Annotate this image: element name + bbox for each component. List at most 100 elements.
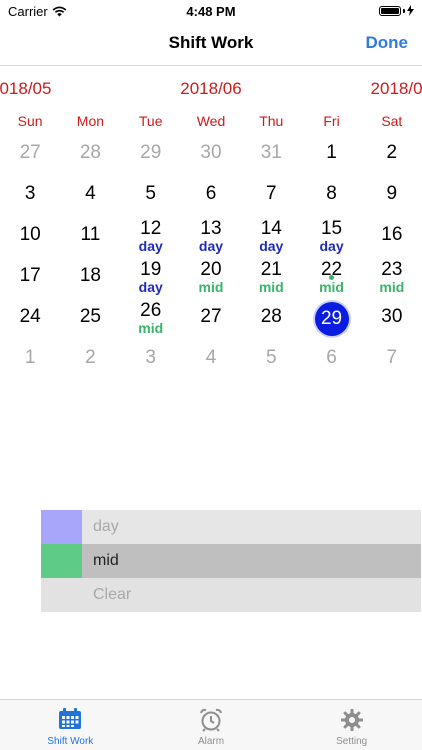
current-month-label: 2018/06: [180, 79, 242, 98]
calendar-week-row: 27 28 29 30 31 1 2: [0, 138, 422, 179]
day-number: 3: [145, 347, 156, 368]
calendar-day-cell[interactable]: 29: [301, 302, 361, 343]
day-number: 3: [24, 183, 36, 204]
calendar-grid: 27 28 29 30 31 1 2 3 4 5 6 7 8 9 10 11 12 day 13 day 14 day 15…: [0, 138, 422, 384]
calendar-day-cell[interactable]: 12 day: [121, 218, 181, 261]
calendar-day-cell[interactable]: 17: [0, 261, 60, 302]
calendar-day-cell[interactable]: 9: [362, 179, 422, 220]
day-number: 10: [19, 224, 41, 245]
calendar-day-cell[interactable]: 24: [0, 302, 60, 343]
calendar-day-cell[interactable]: 10: [0, 220, 60, 261]
day-number: 4: [85, 183, 96, 204]
calendar-day-cell[interactable]: 20 mid: [181, 259, 241, 302]
calendar-day-cell[interactable]: 2: [60, 343, 120, 384]
shift-option-day[interactable]: day: [41, 510, 421, 544]
calendar-day-cell[interactable]: 15 day: [301, 218, 361, 261]
day-number: 24: [19, 306, 41, 327]
calendar-day-cell[interactable]: 6: [181, 179, 241, 220]
shift-option-label: Clear: [41, 578, 421, 612]
navigation-bar: Shift Work Done: [0, 22, 422, 66]
calendar-day-cell[interactable]: 5: [241, 343, 301, 384]
calendar-day-cell[interactable]: 22 mid: [301, 259, 361, 302]
day-number: 6: [205, 183, 217, 204]
tab-bar: Shift Work Alarm Setting: [0, 699, 422, 750]
day-number: 15: [320, 218, 343, 239]
weekday-label: Fri: [323, 113, 340, 129]
calendar-week-row: 3 4 5 6 7 8 9: [0, 179, 422, 220]
calendar-week-row: 24 25 26 mid 27 28 29 30: [0, 300, 422, 343]
calendar-day-cell[interactable]: 28: [241, 302, 301, 343]
calendar-day-cell[interactable]: 27: [0, 138, 60, 179]
day-number: 5: [145, 183, 156, 204]
calendar-day-cell[interactable]: 23 mid: [362, 259, 422, 302]
page-title: Shift Work: [168, 33, 254, 52]
calendar-day-cell[interactable]: 16: [362, 220, 422, 261]
shift-label: mid: [319, 279, 344, 295]
calendar-day-cell[interactable]: 14 day: [241, 218, 301, 261]
calendar-day-cell[interactable]: 7: [241, 179, 301, 220]
calendar-day-cell[interactable]: 6: [301, 343, 361, 384]
next-month-label[interactable]: 2018/07: [371, 79, 422, 99]
day-number: 11: [80, 224, 101, 245]
day-number: 27: [19, 142, 41, 163]
tab-label: Setting: [336, 736, 368, 747]
calendar-day-cell[interactable]: 7: [362, 343, 422, 384]
calendar-day-cell[interactable]: 3: [121, 343, 181, 384]
tab-shift-work[interactable]: Shift Work: [0, 700, 141, 750]
calendar-week-row: 1 2 3 4 5 6 7: [0, 343, 422, 384]
calendar-day-cell[interactable]: 30: [181, 138, 241, 179]
day-number: 12: [140, 218, 162, 239]
done-button[interactable]: Done: [366, 33, 409, 53]
calendar-day-cell[interactable]: 28: [60, 138, 120, 179]
shift-color-swatch: [41, 544, 82, 578]
calendar-day-cell[interactable]: 3: [0, 179, 60, 220]
calendar-day-cell[interactable]: 4: [60, 179, 120, 220]
calendar-day-cell[interactable]: 2: [362, 138, 422, 179]
shift-picker[interactable]: day mid Clear: [41, 510, 421, 612]
day-number: 14: [260, 218, 282, 239]
gear-icon: [340, 709, 363, 731]
tab-alarm[interactable]: Alarm: [141, 700, 282, 750]
day-number: 7: [265, 183, 277, 204]
shift-label: day: [259, 238, 284, 254]
day-number: 19: [140, 259, 162, 280]
weekday-label: Sat: [381, 113, 403, 129]
day-number: 21: [260, 259, 282, 280]
calendar-day-cell[interactable]: 25: [60, 302, 120, 343]
day-number: 2: [85, 347, 96, 368]
day-number: 29: [140, 142, 162, 163]
calendar-day-cell[interactable]: 13 day: [181, 218, 241, 261]
weekday-label: Thu: [259, 113, 284, 129]
day-number: 4: [205, 347, 217, 368]
calendar-day-cell[interactable]: 30: [362, 302, 422, 343]
calendar-day-cell[interactable]: 11: [60, 220, 120, 261]
shift-option-clear[interactable]: Clear: [41, 578, 421, 612]
day-number: 1: [24, 347, 36, 368]
calendar-day-cell[interactable]: 5: [121, 179, 181, 220]
shift-label: mid: [138, 320, 164, 336]
day-number: 6: [326, 347, 337, 368]
shift-label: day: [198, 238, 224, 254]
calendar-day-cell[interactable]: 8: [301, 179, 361, 220]
calendar-day-cell[interactable]: 26 mid: [121, 300, 181, 343]
calendar-day-cell[interactable]: 27: [181, 302, 241, 343]
battery-icon: [379, 5, 414, 16]
calendar-day-cell[interactable]: 18: [60, 261, 120, 302]
calendar-day-cell[interactable]: 4: [181, 343, 241, 384]
tab-setting[interactable]: Setting: [281, 700, 422, 750]
calendar-day-cell[interactable]: 1: [0, 343, 60, 384]
calendar-icon: [59, 708, 82, 729]
calendar-day-cell[interactable]: 31: [241, 138, 301, 179]
shift-label: mid: [379, 279, 405, 295]
status-bar: Carrier 4:48 PM: [0, 0, 422, 22]
shift-color-swatch: [41, 510, 82, 544]
shift-label: mid: [258, 279, 284, 295]
day-number: 31: [260, 142, 282, 163]
shift-option-mid[interactable]: mid: [41, 544, 421, 578]
calendar-day-cell[interactable]: 21 mid: [241, 259, 301, 302]
calendar-day-cell[interactable]: 1: [301, 138, 361, 179]
day-number: 18: [79, 265, 101, 286]
calendar-day-cell[interactable]: 19 day: [121, 259, 181, 302]
weekday-label: Mon: [76, 113, 105, 129]
calendar-day-cell[interactable]: 29: [121, 138, 181, 179]
